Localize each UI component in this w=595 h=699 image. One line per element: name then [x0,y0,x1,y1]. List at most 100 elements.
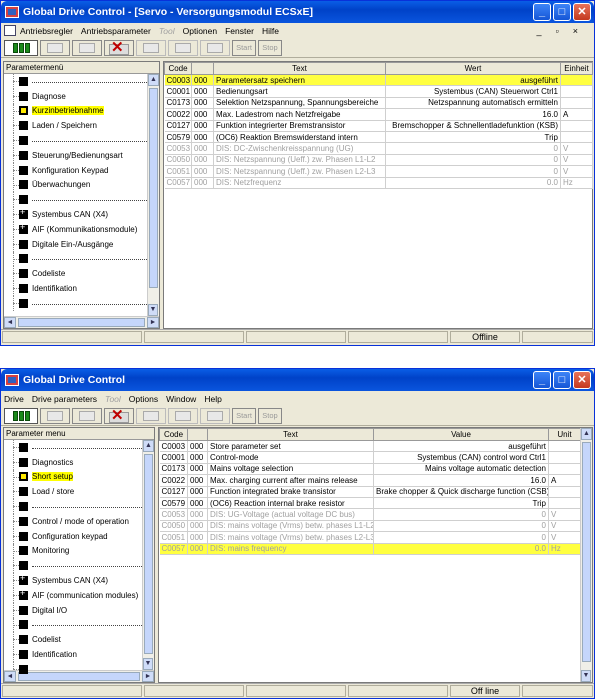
document-icon[interactable] [4,25,16,36]
start-button[interactable]: Start [232,39,256,56]
cell-value[interactable]: 0 [373,508,549,521]
mdi-restore-icon[interactable]: ▫ [556,26,559,36]
cell-value[interactable]: Netzspannung automatisch ermitteln [385,97,561,110]
tree-item[interactable]: AIF (Kommunikationsmodule) [4,222,159,237]
tree-item[interactable]: Short setup [4,469,154,485]
column-unit[interactable]: Unit [548,428,581,441]
maximize-button[interactable]: □ [553,3,571,21]
tree-item[interactable]: AIF (communication modules) [4,588,154,603]
tree-item[interactable]: Diagnostics [4,454,154,470]
cell-value[interactable]: 0 [373,531,549,544]
cell-value[interactable]: Systembus (CAN) control word Ctrl1 [373,451,549,464]
cell-value[interactable]: Trip [385,131,561,144]
table-row[interactable]: C0050 000 DIS: mains voltage (Vrms) betw. … [159,520,581,533]
stop-button[interactable]: Stop [258,407,282,424]
tree-item[interactable]: Load / store [4,484,154,500]
cell-value[interactable]: 0 [373,520,549,533]
disconnect-icon[interactable] [104,38,134,56]
menu-drive-parameters[interactable]: Drive parameters [32,394,97,404]
minimize-button[interactable]: _ [533,3,551,21]
cell-value[interactable]: 0.0 [373,543,549,555]
menu-optionen[interactable]: Optionen [183,26,218,36]
column-value[interactable]: Value [373,428,549,441]
table-vertical-scrollbar[interactable]: ▲ ▼ [580,428,592,682]
table-row[interactable]: C0001 000 Bedienungsart Systembus (CAN) Ste… [164,85,593,98]
tree-item[interactable]: Codelist [4,632,154,648]
tree-item[interactable]: Codeliste [4,266,159,282]
column-value[interactable]: Wert [385,62,561,75]
column-text[interactable]: Text [207,428,374,441]
column-unit[interactable]: Einheit [560,62,593,75]
table-row[interactable]: C0053 000 DIS: DC-Zwischenkreisspannung (U… [164,142,593,155]
online-led-button[interactable] [4,407,38,424]
tool-3-icon[interactable] [200,39,230,56]
cell-value[interactable]: Brake chopper & Quick discharge function… [373,486,549,498]
cell-value[interactable]: 0.0 [385,177,561,189]
column-sub[interactable] [187,428,208,441]
cell-value[interactable]: 16.0 [373,474,549,487]
cell-value[interactable]: ausgeführt [385,74,561,87]
tree-item[interactable]: Diagnose [4,88,159,104]
tree-item[interactable]: Configuration keypad [4,528,154,544]
tree-item[interactable]: Systembus CAN (X4) [4,207,159,222]
menu-tool[interactable]: Tool [159,26,175,36]
tree-item[interactable]: Monitoring [4,543,154,559]
close-button[interactable]: ✕ [573,371,591,389]
tree-item[interactable]: Kurzinbetriebnahme [4,103,159,119]
tool-2-icon[interactable] [168,407,198,424]
tree-item[interactable]: Systembus CAN (X4) [4,573,154,588]
menu-window[interactable]: Window [166,394,196,404]
table-row[interactable]: C0051 000 DIS: Netzspannung (Ueff.) zw. Ph… [164,165,593,178]
tool-1-icon[interactable] [136,407,166,424]
tree-item[interactable]: Control / mode of operation [4,513,154,529]
tool-1-icon[interactable] [136,39,166,56]
mdi-minimize-icon[interactable]: _ [537,26,542,36]
tree-item[interactable]: Steuerung/Bedienungsart [4,147,159,163]
cell-value[interactable]: 0 [385,142,561,155]
maximize-button[interactable]: □ [553,371,571,389]
table-row[interactable]: C0127 000 Funktion integrierter Bremstrans… [164,120,593,132]
table-row[interactable]: C0057 000 DIS: mains frequency 0.0 Hz [159,543,581,555]
column-sub[interactable] [191,62,214,75]
online-led-button[interactable] [4,39,38,56]
minimize-button[interactable]: _ [533,371,551,389]
download-icon[interactable] [40,407,70,424]
stop-button[interactable]: Stop [258,39,282,56]
table-row[interactable]: C0173 000 Selektion Netzspannung, Spannung… [164,97,593,110]
tree-item[interactable]: Digital I/O [4,602,154,618]
upload-icon[interactable] [72,407,102,424]
table-row[interactable]: C0579 000 (OC6) Reaction internal brake re… [159,497,581,510]
tree-item[interactable]: Identification [4,647,154,662]
cell-value[interactable]: Bremschopper & Schnellentladefunktion (K… [385,120,561,132]
tree-item[interactable]: Laden / Speichern [4,118,159,134]
tree-horizontal-scrollbar[interactable]: ◄ ► [4,316,159,328]
tool-2-icon[interactable] [168,39,198,56]
table-row[interactable]: C0022 000 Max. charging current after main… [159,474,581,487]
cell-value[interactable]: Systembus (CAN) Steuerwort Ctrl1 [385,85,561,98]
column-code[interactable]: Code [164,62,192,75]
mdi-close-icon[interactable]: × [573,26,578,36]
menu-drive[interactable]: Drive [4,394,24,404]
table-row[interactable]: C0579 000 (OC6) Reaktion Bremswiderstand i… [164,131,593,144]
download-icon[interactable] [40,39,70,56]
disconnect-icon[interactable] [104,406,134,424]
start-button[interactable]: Start [232,407,256,424]
table-row[interactable]: C0173 000 Mains voltage selection Mains vol… [159,463,581,476]
column-text[interactable]: Text [213,62,386,75]
cell-value[interactable]: 0 [385,154,561,167]
tree-item[interactable]: Konfiguration Keypad [4,162,159,178]
cell-value[interactable]: Trip [373,497,549,510]
menu-help[interactable]: Help [204,394,221,404]
tree-item[interactable]: Identifikation [4,281,159,296]
menu-hilfe[interactable]: Hilfe [262,26,279,36]
cell-value[interactable]: Mains voltage automatic detection [373,463,549,476]
menu-antriebsparameter[interactable]: Antriebsparameter [81,26,151,36]
menu-fenster[interactable]: Fenster [225,26,254,36]
tree-vertical-scrollbar[interactable]: ▲ ▼ [142,440,154,670]
table-row[interactable]: C0053 000 DIS: UG-Voltage (actual voltage … [159,508,581,521]
table-row[interactable]: C0022 000 Max. Ladestrom nach Netzfreigabe… [164,108,593,121]
tree-item[interactable]: Überwachungen [4,177,159,193]
table-row[interactable]: C0051 000 DIS: mains voltage (Vrms) betw. … [159,531,581,544]
table-row[interactable]: C0050 000 DIS: Netzspannung (Ueff.) zw. Ph… [164,154,593,167]
table-row[interactable]: C0127 000 Function integrated brake transi… [159,486,581,498]
